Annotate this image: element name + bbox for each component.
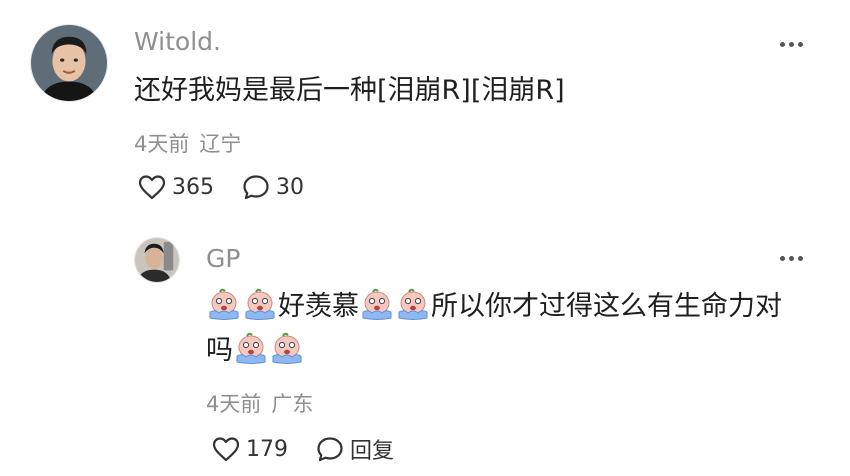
comment-reply-button[interactable]: 30: [242, 174, 304, 200]
more-dot: [789, 41, 794, 47]
comment-like-count: 365: [172, 174, 214, 200]
heart-outline-icon: [138, 175, 166, 200]
heart-outline-icon: [212, 437, 240, 462]
reply-more-button[interactable]: [780, 248, 803, 268]
replier-avatar-image: [135, 238, 179, 282]
comment-reply-count: 30: [276, 174, 304, 200]
more-dots-icon: [780, 41, 785, 47]
reply-reply-label: 回复: [350, 439, 395, 464]
reply-text-part-2: 所以你才过得这么有生命力对: [431, 291, 782, 322]
crying-tears-emoji: [396, 287, 430, 321]
commenter-avatar-image: [31, 25, 107, 101]
reply-actions: 179 回复: [212, 433, 394, 465]
commenter-avatar[interactable]: [30, 24, 108, 102]
crying-tears-emoji: [207, 287, 241, 321]
speech-bubble-icon: [317, 437, 343, 462]
reply-text-part-1: 好羡慕: [278, 291, 359, 322]
reply-location: 广东: [271, 392, 314, 416]
reply-like-button[interactable]: 179: [212, 436, 288, 462]
replier-avatar[interactable]: [134, 237, 180, 283]
reply-like-count: 179: [246, 436, 288, 462]
crying-tears-emoji: [243, 287, 277, 321]
reply-meta: 4天前 广东: [206, 388, 313, 418]
more-dot: [789, 255, 794, 261]
comment-more-button[interactable]: [780, 34, 803, 54]
speech-bubble-icon: [243, 175, 269, 200]
crying-tears-emoji: [270, 331, 304, 365]
crying-tears-emoji: [360, 287, 394, 321]
more-dot: [798, 255, 803, 261]
comment-location: 辽宁: [199, 132, 242, 156]
comment-actions: 365 30: [138, 174, 304, 200]
reply-time: 4天前: [206, 392, 262, 416]
comment-time: 4天前: [134, 132, 190, 156]
reply-text: 好羡慕 所以你才过得这么有生命力对 吗: [206, 285, 782, 373]
commenter-username[interactable]: Witold.: [134, 27, 221, 56]
more-dot: [798, 41, 803, 47]
comment-like-button[interactable]: 365: [138, 174, 214, 200]
reply-text-part-3: 吗: [206, 335, 233, 366]
reply-reply-button[interactable]: 回复: [316, 433, 394, 465]
replier-username[interactable]: GP: [206, 244, 240, 273]
crying-tears-emoji: [234, 331, 268, 365]
comment-meta: 4天前 辽宁: [134, 128, 241, 158]
comment-text: 还好我妈是最后一种[泪崩R][泪崩R]: [134, 75, 565, 106]
more-dots-icon: [780, 255, 785, 261]
